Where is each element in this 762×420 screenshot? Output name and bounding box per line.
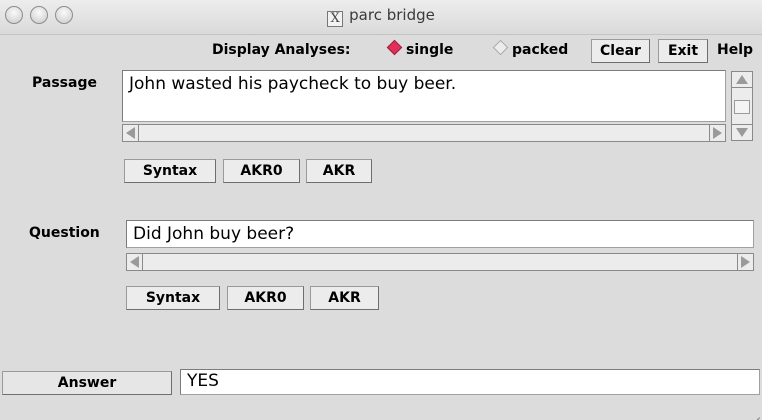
- question-syntax-button[interactable]: Syntax: [126, 286, 220, 310]
- scroll-left-icon[interactable]: [123, 125, 139, 141]
- passage-horizontal-scrollbar[interactable]: [122, 124, 726, 142]
- question-akr0-button[interactable]: AKR0: [227, 286, 304, 310]
- clear-button[interactable]: Clear: [591, 39, 650, 63]
- single-radio[interactable]: single: [386, 39, 454, 58]
- window-title-area: Xparc bridge: [0, 6, 762, 27]
- answer-field: YES: [180, 369, 760, 395]
- passage-text-field[interactable]: John wasted his paycheck to buy beer.: [122, 70, 726, 122]
- scroll-down-icon[interactable]: [732, 124, 752, 140]
- window-title: parc bridge: [349, 6, 435, 24]
- scroll-right-icon[interactable]: [737, 254, 753, 270]
- packed-radio[interactable]: packed: [492, 39, 569, 58]
- packed-radio-label: packed: [512, 42, 569, 58]
- scroll-thumb[interactable]: [734, 100, 750, 114]
- passage-akr-button[interactable]: AKR: [306, 159, 372, 183]
- question-akr-button[interactable]: AKR: [310, 286, 379, 310]
- scroll-right-icon[interactable]: [709, 125, 725, 141]
- answer-button[interactable]: Answer: [2, 371, 172, 395]
- single-radio-indicator-icon: [386, 39, 403, 56]
- help-menu[interactable]: Help: [717, 42, 753, 58]
- display-analyses-label: Display Analyses:: [212, 42, 351, 58]
- exit-button[interactable]: Exit: [658, 39, 708, 63]
- question-text-field[interactable]: Did John buy beer?: [126, 220, 754, 248]
- passage-akr0-button[interactable]: AKR0: [223, 159, 300, 183]
- question-label: Question: [29, 225, 100, 241]
- question-horizontal-scrollbar[interactable]: [126, 253, 754, 271]
- passage-vertical-scrollbar[interactable]: [731, 71, 753, 141]
- packed-radio-indicator-icon: [492, 39, 509, 56]
- passage-syntax-button[interactable]: Syntax: [124, 159, 216, 183]
- single-radio-label: single: [406, 42, 454, 58]
- title-bar: Xparc bridge: [0, 0, 762, 35]
- scroll-up-icon[interactable]: [732, 72, 752, 88]
- scroll-left-icon[interactable]: [127, 254, 143, 270]
- resize-grip-icon[interactable]: [748, 406, 760, 418]
- parc-bridge-window: Xparc bridge Display Analyses: single pa…: [0, 0, 762, 420]
- x11-icon: X: [327, 11, 344, 27]
- passage-label: Passage: [32, 75, 97, 91]
